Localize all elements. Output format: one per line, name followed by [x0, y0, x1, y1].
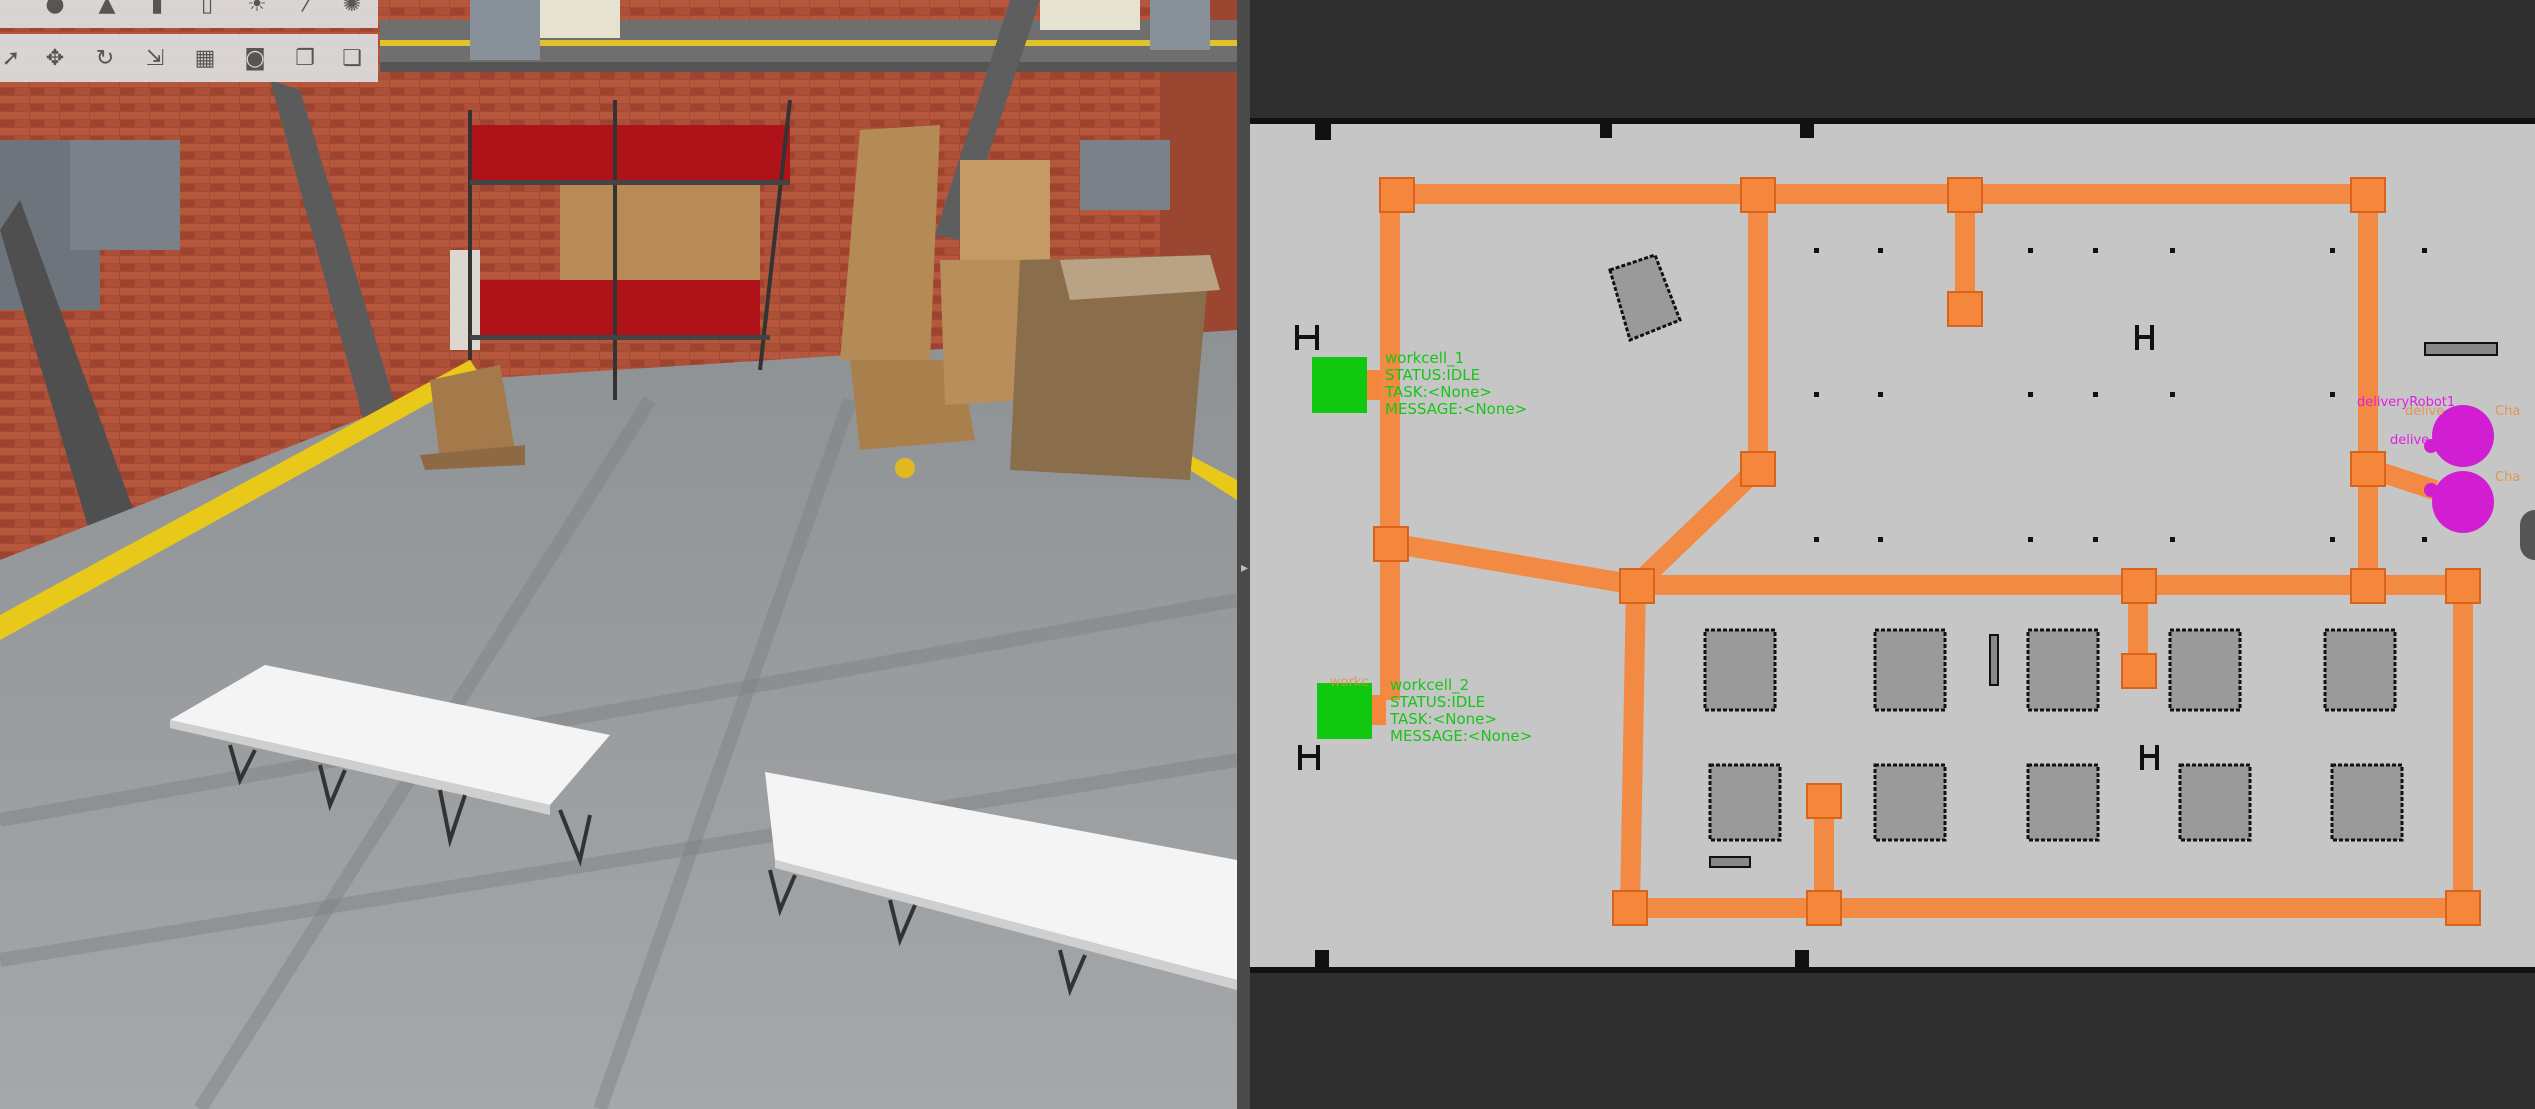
workcell-name: workcell_1 [1385, 349, 1465, 367]
workcell-2-marker [1317, 683, 1372, 739]
workcell-task: TASK:<None> [1390, 710, 1497, 728]
snap-grid-icon[interactable]: ▦ [188, 41, 222, 75]
translate-icon[interactable]: ✥ [38, 41, 72, 75]
cone-icon[interactable]: ▲ [90, 0, 124, 21]
side-panel-toggle[interactable] [2520, 510, 2535, 560]
rotate-icon[interactable]: ↻ [88, 41, 122, 75]
scale-icon[interactable]: ⇲ [138, 41, 172, 75]
workcell-status: STATUS:IDLE [1385, 366, 1481, 384]
map-wall-top [1250, 118, 2535, 124]
directional-light-icon[interactable]: ⁄ [290, 0, 324, 21]
robot-1-ghost-label: delive [2405, 404, 2445, 419]
copy-icon[interactable]: ❐ [288, 41, 322, 75]
map-wall-bottom [1250, 967, 2535, 973]
workcell-message: MESSAGE:<None> [1390, 727, 1533, 745]
workcell-1-marker [1312, 357, 1367, 413]
workcell-message: MESSAGE:<None> [1385, 400, 1528, 418]
cylinder-icon[interactable]: ▮ [140, 0, 174, 21]
sun-light-icon[interactable]: ☀ [240, 0, 274, 21]
fleet-map-viewport[interactable]: workcell_1 STATUS:IDLE TASK:<None> MESSA… [1250, 0, 2535, 1109]
splitter-handle-icon[interactable]: ▸ [1241, 560, 1248, 576]
shapes-toolbar: ● ▲ ▮ ▯ ☀ ⁄ ✺ [0, 0, 378, 28]
screenshot-camera-icon[interactable]: ◙ [238, 41, 272, 75]
workcell-1-info: workcell_1 STATUS:IDLE TASK:<None> MESSA… [1385, 350, 1527, 418]
workcell-name: workcell_2 [1390, 676, 1470, 694]
robot-1-charger-label: Cha [2495, 404, 2521, 419]
delivery-robot-2 [2432, 471, 2494, 533]
select-arrow-icon[interactable]: ➚ [0, 41, 28, 75]
occupancy-map [1250, 118, 2535, 973]
workcell-2-info: workcell_2 STATUS:IDLE TASK:<None> MESSA… [1390, 677, 1532, 745]
robot-2-charger-label: Cha [2495, 470, 2521, 485]
paste-icon[interactable]: ❏ [335, 41, 369, 75]
workcell-status: STATUS:IDLE [1390, 693, 1486, 711]
wooden-crate [430, 365, 515, 460]
spot-light-icon[interactable]: ✺ [335, 0, 369, 21]
pane-splitter[interactable] [1237, 0, 1250, 1109]
workcell-task: TASK:<None> [1385, 383, 1492, 401]
tools-toolbar: ➚ ✥ ↻ ⇲ ▦ ◙ ❐ ❏ [0, 34, 378, 82]
workcell-2-ghost-label: workc [1330, 675, 1369, 690]
simulation-3d-viewport[interactable] [0, 0, 1237, 1109]
capsule-icon[interactable]: ▯ [190, 0, 224, 21]
robot-2-label: delive [2390, 433, 2430, 448]
warehouse-scene [0, 0, 1237, 1109]
sphere-icon[interactable]: ● [38, 0, 72, 21]
